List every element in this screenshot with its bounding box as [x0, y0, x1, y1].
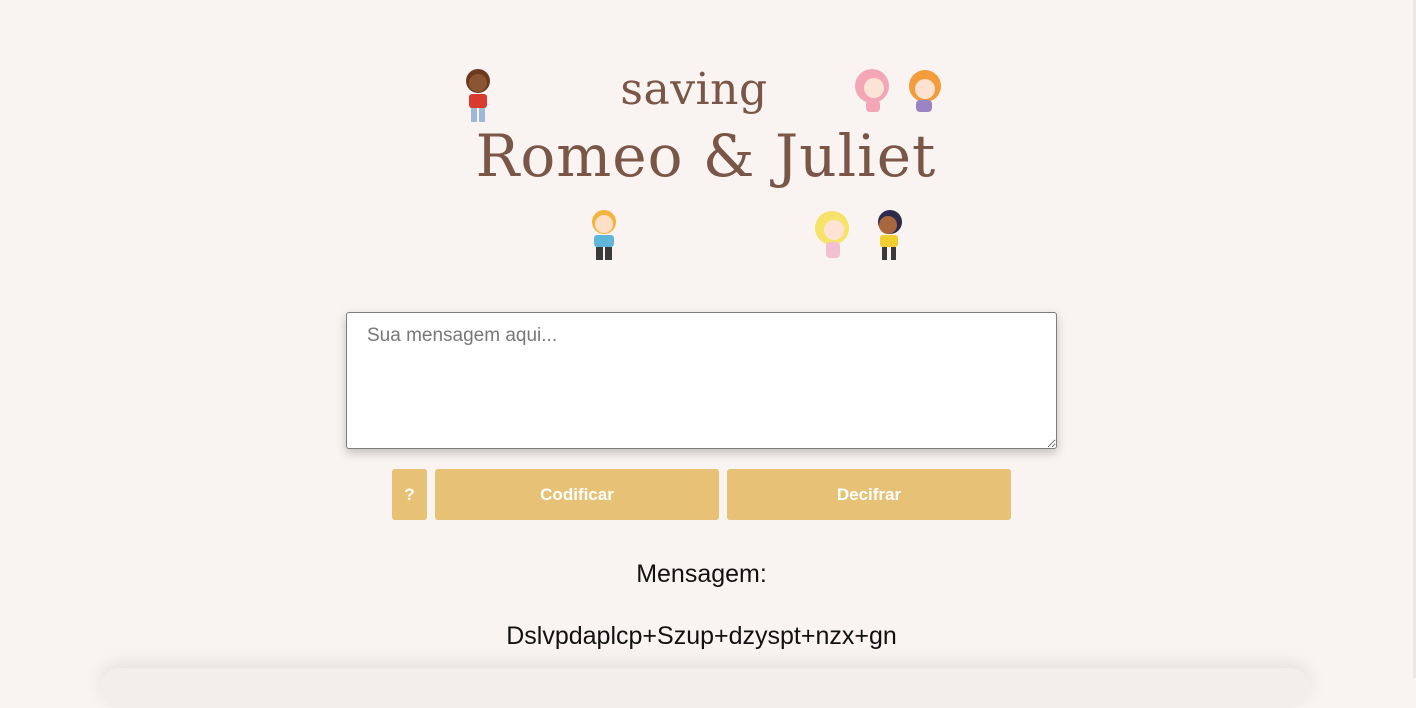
result-heading: Mensagem: [636, 560, 767, 588]
help-button[interactable]: ? [392, 469, 427, 520]
message-input[interactable] [346, 312, 1057, 449]
boy-red-shirt-illustration [466, 69, 490, 122]
logo: saving Romeo & Juliet [456, 58, 956, 273]
logo-title-text: Romeo & Juliet [475, 122, 937, 190]
girl-pink-hair-illustration [855, 69, 889, 112]
boy-yellow-shirt-illustration [878, 210, 902, 260]
kid-orange-hair-illustration [909, 70, 941, 112]
decode-button[interactable]: Decifrar [727, 469, 1011, 520]
encode-button[interactable]: Codificar [435, 469, 719, 520]
boy-blue-shirt-illustration [592, 210, 616, 260]
logo-saving-text: saving [620, 64, 768, 115]
result-text: Dslvpdaplcp+Szup+dzyspt+nzx+gn [506, 622, 897, 650]
girl-blonde-illustration [815, 211, 849, 258]
footer-panel [100, 668, 1310, 708]
